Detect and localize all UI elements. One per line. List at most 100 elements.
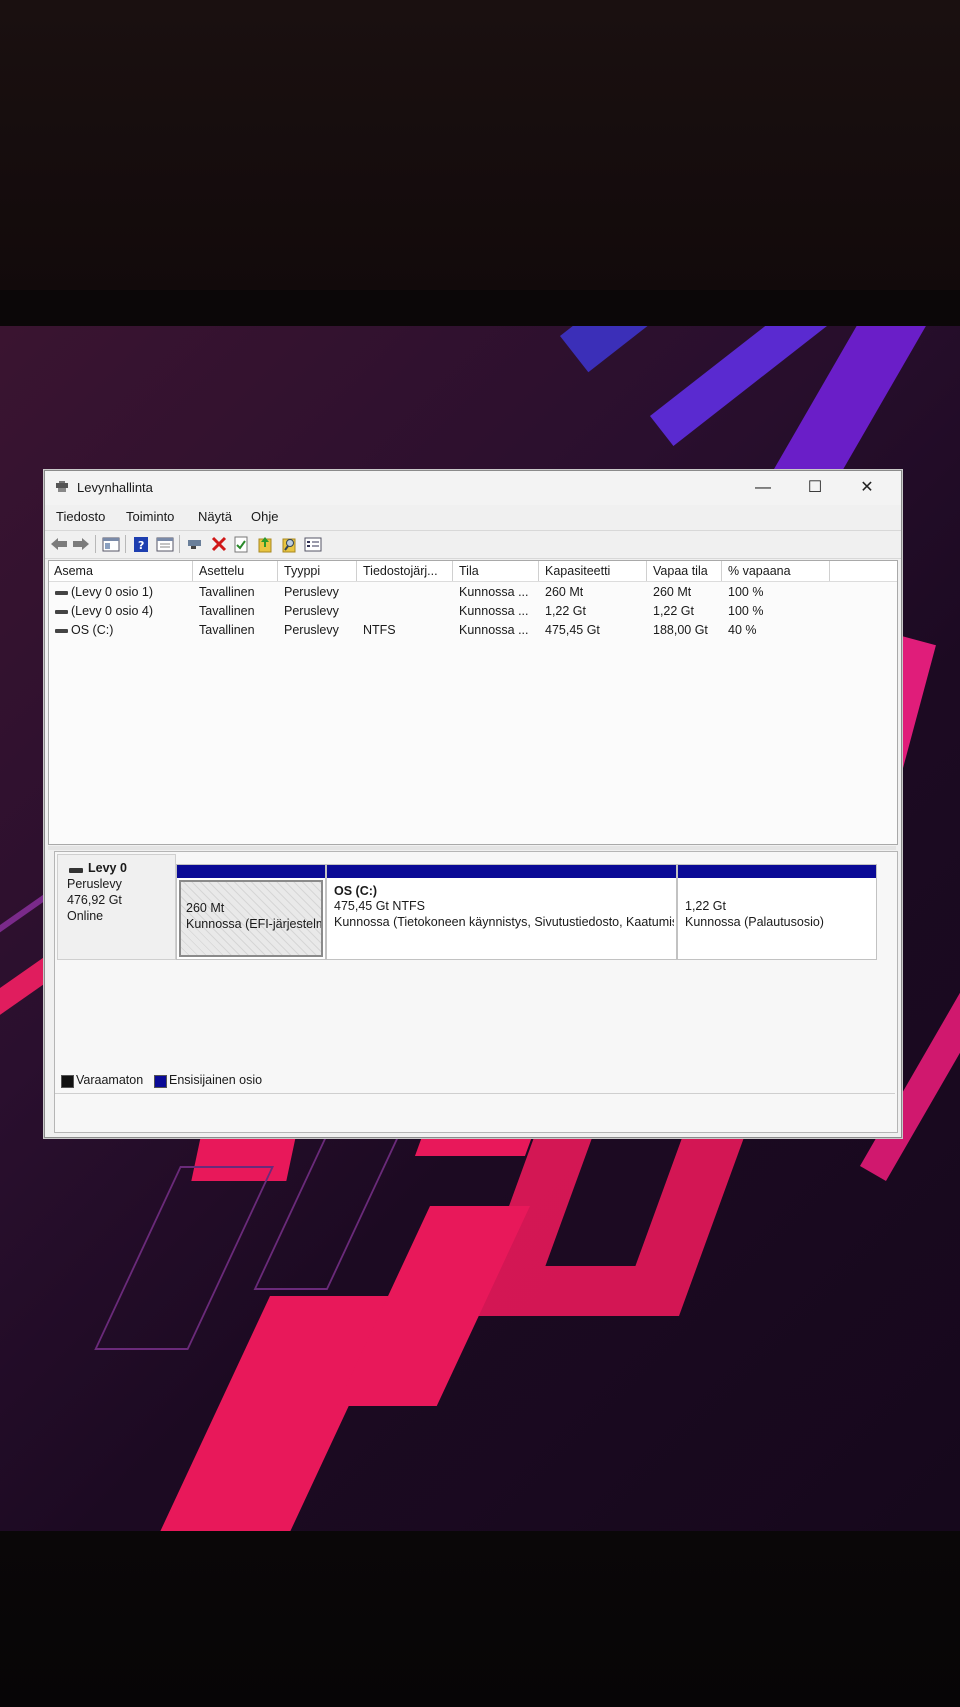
disk-management-window: Levynhallinta — ☐ ✕ Tiedosto Toiminto Nä… [44, 470, 902, 1138]
legend-unallocated: Varaamaton [76, 1073, 144, 1087]
toolbar: ? [45, 530, 901, 559]
cell-layout: Tavallinen [199, 585, 255, 599]
pane-splitter[interactable] [48, 846, 896, 850]
cell-volume: (Levy 0 osio 4) [71, 604, 153, 618]
connect-icon [188, 540, 201, 549]
partition-status: Kunnossa (EFI-järjestelmäosio) [186, 917, 321, 931]
disk-management-icon [56, 481, 68, 492]
legend-swatch-unallocated [61, 1075, 74, 1088]
column-percent-free[interactable]: % vapaana [728, 564, 818, 578]
disk-icon [69, 868, 83, 873]
close-icon: ✕ [860, 479, 874, 496]
cell-free-space: 260 Mt [653, 585, 692, 599]
partition-size: 260 Mt [186, 901, 225, 915]
title-bar[interactable]: Levynhallinta — ☐ ✕ [45, 471, 901, 505]
help-icon: ? [134, 536, 148, 552]
cell-percent-free: 40 % [728, 623, 757, 637]
forward-button[interactable] [71, 535, 91, 553]
disk-status: Online [67, 909, 104, 923]
maximize-icon: ☐ [807, 479, 823, 496]
search-button[interactable] [279, 535, 299, 553]
cell-percent-free: 100 % [728, 604, 764, 618]
console-tree-button[interactable] [101, 535, 121, 553]
cell-status: Kunnossa ... [459, 585, 529, 599]
legend-primary: Ensisijainen osio [169, 1073, 263, 1087]
cell-type: Peruslevy [284, 604, 339, 618]
column-file-system[interactable]: Tiedostojärj... [363, 564, 449, 578]
partition-os-c[interactable]: OS (C:) 475,45 Gt NTFS Kunnossa (Tietoko… [326, 864, 677, 960]
delete-icon [211, 536, 227, 552]
status-bar [55, 1093, 895, 1094]
delete-button[interactable] [209, 535, 229, 553]
disk-0-label[interactable]: Levy 0 Peruslevy 476,92 Gt Online [57, 854, 176, 960]
menu-bar: Tiedosto Toiminto Näytä Ohje [45, 505, 901, 529]
cell-status: Kunnossa ... [459, 623, 529, 637]
partition-efi[interactable]: 260 Mt Kunnossa (EFI-järjestelmäosio) [176, 864, 326, 960]
table-row[interactable]: (Levy 0 osio 1) Tavallinen Peruslevy Kun… [49, 583, 897, 602]
partition-bar [177, 865, 325, 878]
partition-name: OS (C:) [334, 884, 378, 898]
table-row[interactable]: OS (C:) Tavallinen Peruslevy NTFS Kunnos… [49, 621, 897, 640]
connect-button[interactable] [185, 535, 205, 553]
menu-action[interactable]: Toiminto [126, 509, 174, 524]
cell-file-system: NTFS [363, 623, 396, 637]
disk-name: Levy 0 [88, 861, 127, 875]
partition-recovery[interactable]: 1,22 Gt Kunnossa (Palautusosio) [677, 864, 877, 960]
cell-layout: Tavallinen [199, 623, 255, 637]
menu-view[interactable]: Näytä [198, 509, 232, 524]
partition-size: 475,45 Gt NTFS [334, 899, 426, 913]
partition-bar [327, 865, 676, 878]
minimize-icon: — [755, 479, 771, 496]
properties-button[interactable] [155, 535, 175, 553]
disk-size: 476,92 Gt [67, 893, 122, 907]
monitor-bezel-bottom [0, 1531, 960, 1707]
cell-status: Kunnossa ... [459, 604, 529, 618]
disk-type: Peruslevy [67, 877, 122, 891]
legend-swatch-primary [154, 1075, 167, 1088]
forward-arrow-icon [73, 538, 89, 550]
partition-body: 260 Mt Kunnossa (EFI-järjestelmäosio) [179, 880, 323, 957]
help-button[interactable]: ? [131, 535, 151, 553]
maximize-button[interactable]: ☐ [789, 471, 841, 505]
partition-body: OS (C:) 475,45 Gt NTFS Kunnossa (Tietoko… [329, 880, 674, 957]
partition-bar [678, 865, 876, 878]
volume-icon [55, 629, 68, 633]
search-icon [282, 538, 296, 552]
cell-capacity: 1,22 Gt [545, 604, 586, 618]
volume-icon [55, 591, 68, 595]
list-view-button[interactable] [303, 535, 323, 553]
cell-volume: OS (C:) [71, 623, 114, 637]
column-free-space[interactable]: Vapaa tila [653, 564, 719, 578]
close-button[interactable]: ✕ [841, 471, 893, 505]
cell-type: Peruslevy [284, 585, 339, 599]
column-status[interactable]: Tila [459, 564, 534, 578]
cell-volume: (Levy 0 osio 1) [71, 585, 153, 599]
partition-status: Kunnossa (Palautusosio) [685, 915, 824, 929]
back-button[interactable] [49, 535, 69, 553]
disk-graphical-view: Levy 0 Peruslevy 476,92 Gt Online 260 Mt… [54, 851, 898, 1133]
volume-icon [55, 610, 68, 614]
cell-free-space: 1,22 Gt [653, 604, 694, 618]
check-button[interactable] [231, 535, 251, 553]
back-arrow-icon [51, 538, 67, 550]
partition-status: Kunnossa (Tietokoneen käynnistys, Sivutu… [334, 915, 674, 929]
import-button[interactable] [255, 535, 275, 553]
partition-size: 1,22 Gt [685, 899, 726, 913]
console-tree-icon [102, 537, 120, 551]
check-icon [234, 536, 248, 552]
list-view-icon [304, 537, 322, 551]
minimize-button[interactable]: — [737, 471, 789, 505]
properties-icon [156, 537, 174, 551]
partition-body: 1,22 Gt Kunnossa (Palautusosio) [680, 880, 874, 957]
cell-percent-free: 100 % [728, 585, 764, 599]
menu-help[interactable]: Ohje [251, 509, 278, 524]
column-type[interactable]: Tyyppi [284, 564, 354, 578]
volume-list-header: Asema Asettelu Tyyppi Tiedostojärj... Ti… [49, 561, 897, 582]
menu-file[interactable]: Tiedosto [56, 509, 105, 524]
column-capacity[interactable]: Kapasiteetti [545, 564, 640, 578]
column-layout[interactable]: Asettelu [199, 564, 274, 578]
volume-list: Asema Asettelu Tyyppi Tiedostojärj... Ti… [48, 560, 898, 845]
column-volume[interactable]: Asema [54, 564, 189, 578]
table-row[interactable]: (Levy 0 osio 4) Tavallinen Peruslevy Kun… [49, 602, 897, 621]
svg-text:?: ? [138, 539, 144, 552]
